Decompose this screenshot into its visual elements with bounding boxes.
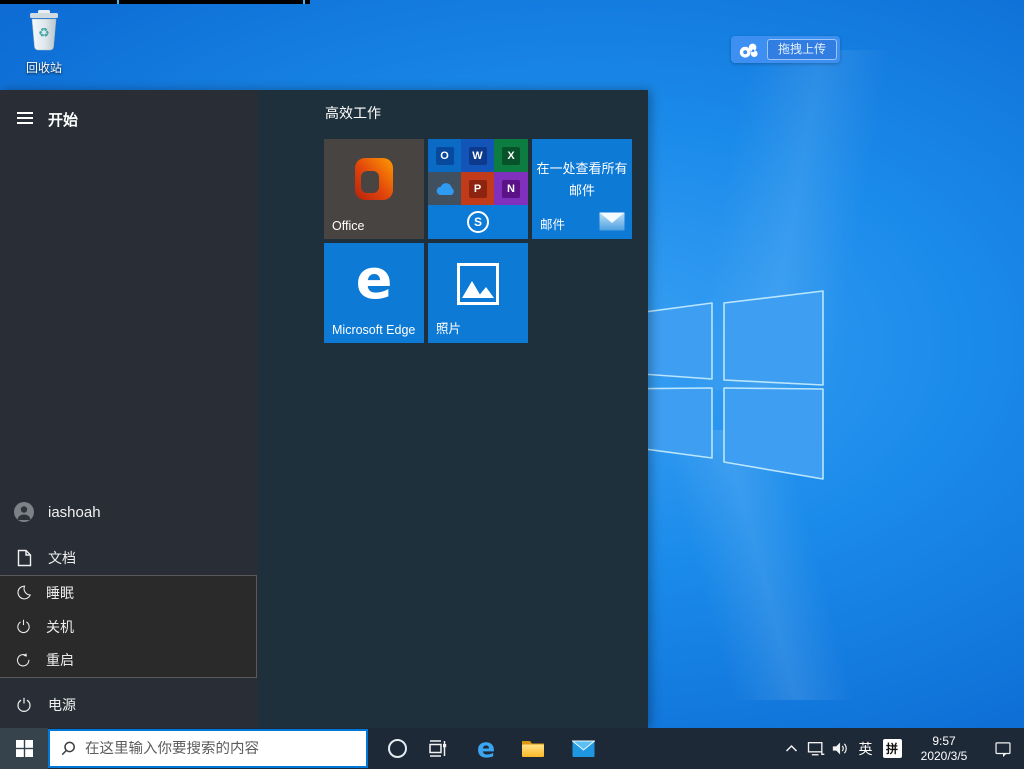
- recycle-bin-label: 回收站: [12, 59, 76, 76]
- powerpoint-icon: P: [469, 180, 487, 198]
- task-view-icon: [428, 739, 449, 758]
- sleep-label: 睡眠: [46, 583, 74, 603]
- mail-tile-label: 邮件: [540, 214, 565, 233]
- tile-mail[interactable]: 在一处查看所有 邮件 邮件: [532, 139, 632, 239]
- netdisk-cloud-icon: [731, 36, 767, 63]
- drag-upload-widget[interactable]: 拖拽上传: [731, 36, 840, 63]
- onenote-icon: N: [502, 180, 520, 198]
- skype-cell: S: [428, 205, 528, 239]
- tile-microsoft-edge[interactable]: e Microsoft Edge: [324, 243, 424, 343]
- start-menu-title: 开始: [48, 109, 78, 130]
- taskbar: e: [0, 728, 1024, 769]
- hamburger-menu-button[interactable]: [9, 103, 41, 133]
- system-tray: 英 拼 9:57 2020/3/5: [779, 728, 1024, 769]
- powerpoint-cell: P: [461, 172, 494, 205]
- user-account-item[interactable]: iashoah: [0, 494, 258, 530]
- onedrive-cell: [428, 172, 461, 205]
- folder-icon: [521, 739, 545, 758]
- ime-mode-indicator[interactable]: 拼: [878, 728, 906, 769]
- edge-logo-icon: e: [324, 249, 424, 311]
- start-button[interactable]: [0, 728, 48, 769]
- mail-envelope-icon: [572, 740, 595, 758]
- edge-taskbar-button[interactable]: e: [466, 728, 506, 769]
- user-name-label: iashoah: [48, 504, 101, 521]
- cortana-ring-icon: [388, 739, 407, 758]
- tile-office-apps-live[interactable]: O W X P N: [428, 139, 528, 239]
- excel-cell: X: [494, 139, 528, 172]
- search-icon: [61, 741, 76, 756]
- strip-tick: [117, 0, 119, 4]
- power-label: 电源: [48, 695, 76, 715]
- network-tray-icon[interactable]: [803, 728, 828, 769]
- outlook-cell: O: [428, 139, 461, 172]
- windows-desktop: ♻ 回收站 拖拽上传 开始: [0, 0, 1024, 769]
- language-indicator[interactable]: 英: [853, 728, 878, 769]
- mail-tile-headline: 在一处查看所有 邮件: [535, 158, 629, 202]
- power-icon: [15, 696, 33, 714]
- windows-logo-icon: [16, 740, 33, 757]
- sleep-menu-item[interactable]: 睡眠: [0, 576, 256, 610]
- word-cell: W: [461, 139, 494, 172]
- speaker-icon: [831, 740, 850, 757]
- pinyin-ime-icon: 拼: [883, 739, 902, 758]
- task-view-button[interactable]: [418, 728, 458, 769]
- user-avatar: [0, 502, 48, 522]
- word-icon: W: [469, 147, 487, 165]
- excel-icon: X: [502, 147, 520, 165]
- power-icon: [15, 618, 32, 635]
- outlook-icon: O: [436, 147, 454, 165]
- mail-taskbar-button[interactable]: [563, 728, 603, 769]
- tile-group-title[interactable]: 高效工作: [325, 103, 381, 123]
- tray-date: 2020/3/5: [921, 749, 968, 764]
- action-center-icon: [994, 740, 1012, 758]
- edge-logo-icon: e: [477, 735, 495, 762]
- ethernet-icon: [806, 740, 826, 757]
- office-tile-label: Office: [332, 219, 364, 233]
- tray-time: 9:57: [932, 734, 955, 749]
- cortana-button[interactable]: [377, 728, 417, 769]
- action-center-button[interactable]: [982, 728, 1024, 769]
- svg-text:♻: ♻: [38, 26, 50, 41]
- edge-tile-label: Microsoft Edge: [332, 323, 415, 337]
- office-logo-icon: [349, 154, 399, 204]
- tile-photos[interactable]: 照片: [428, 243, 528, 343]
- onenote-cell: N: [494, 172, 528, 205]
- skype-icon: S: [467, 211, 489, 233]
- photos-tile-label: 照片: [436, 318, 461, 337]
- start-menu-tiles: 高效工作 Office O W: [258, 90, 648, 728]
- strip-tick: [303, 0, 305, 4]
- restart-menu-item[interactable]: 重启: [0, 643, 256, 677]
- tile-office[interactable]: Office: [324, 139, 424, 239]
- restart-label: 重启: [46, 650, 74, 670]
- chevron-up-icon: [785, 744, 798, 753]
- mail-envelope-icon: [599, 212, 625, 231]
- power-flyout-menu: 睡眠 关机 重启: [0, 575, 257, 678]
- documents-item[interactable]: 文档: [0, 540, 258, 576]
- restart-icon: [15, 652, 32, 669]
- clock-tray[interactable]: 9:57 2020/3/5: [906, 728, 982, 769]
- shutdown-label: 关机: [46, 617, 74, 637]
- power-item[interactable]: 电源: [0, 687, 258, 723]
- top-artifact-strip: [0, 0, 310, 4]
- document-icon: [17, 549, 32, 567]
- show-hidden-icons-button[interactable]: [779, 728, 803, 769]
- search-input[interactable]: [85, 741, 366, 757]
- shutdown-menu-item[interactable]: 关机: [0, 610, 256, 644]
- moon-icon: [15, 584, 32, 601]
- trash-bin-icon: ♻: [23, 8, 65, 52]
- person-icon: [14, 502, 34, 522]
- file-explorer-button[interactable]: [513, 728, 553, 769]
- onedrive-cloud-icon: [434, 181, 456, 196]
- taskbar-search-box[interactable]: [48, 729, 368, 768]
- documents-label: 文档: [48, 548, 76, 568]
- volume-tray-icon[interactable]: [828, 728, 853, 769]
- recycle-bin-desktop-icon[interactable]: ♻ 回收站: [12, 8, 76, 76]
- photos-icon: [457, 263, 499, 305]
- drag-upload-label: 拖拽上传: [767, 39, 837, 60]
